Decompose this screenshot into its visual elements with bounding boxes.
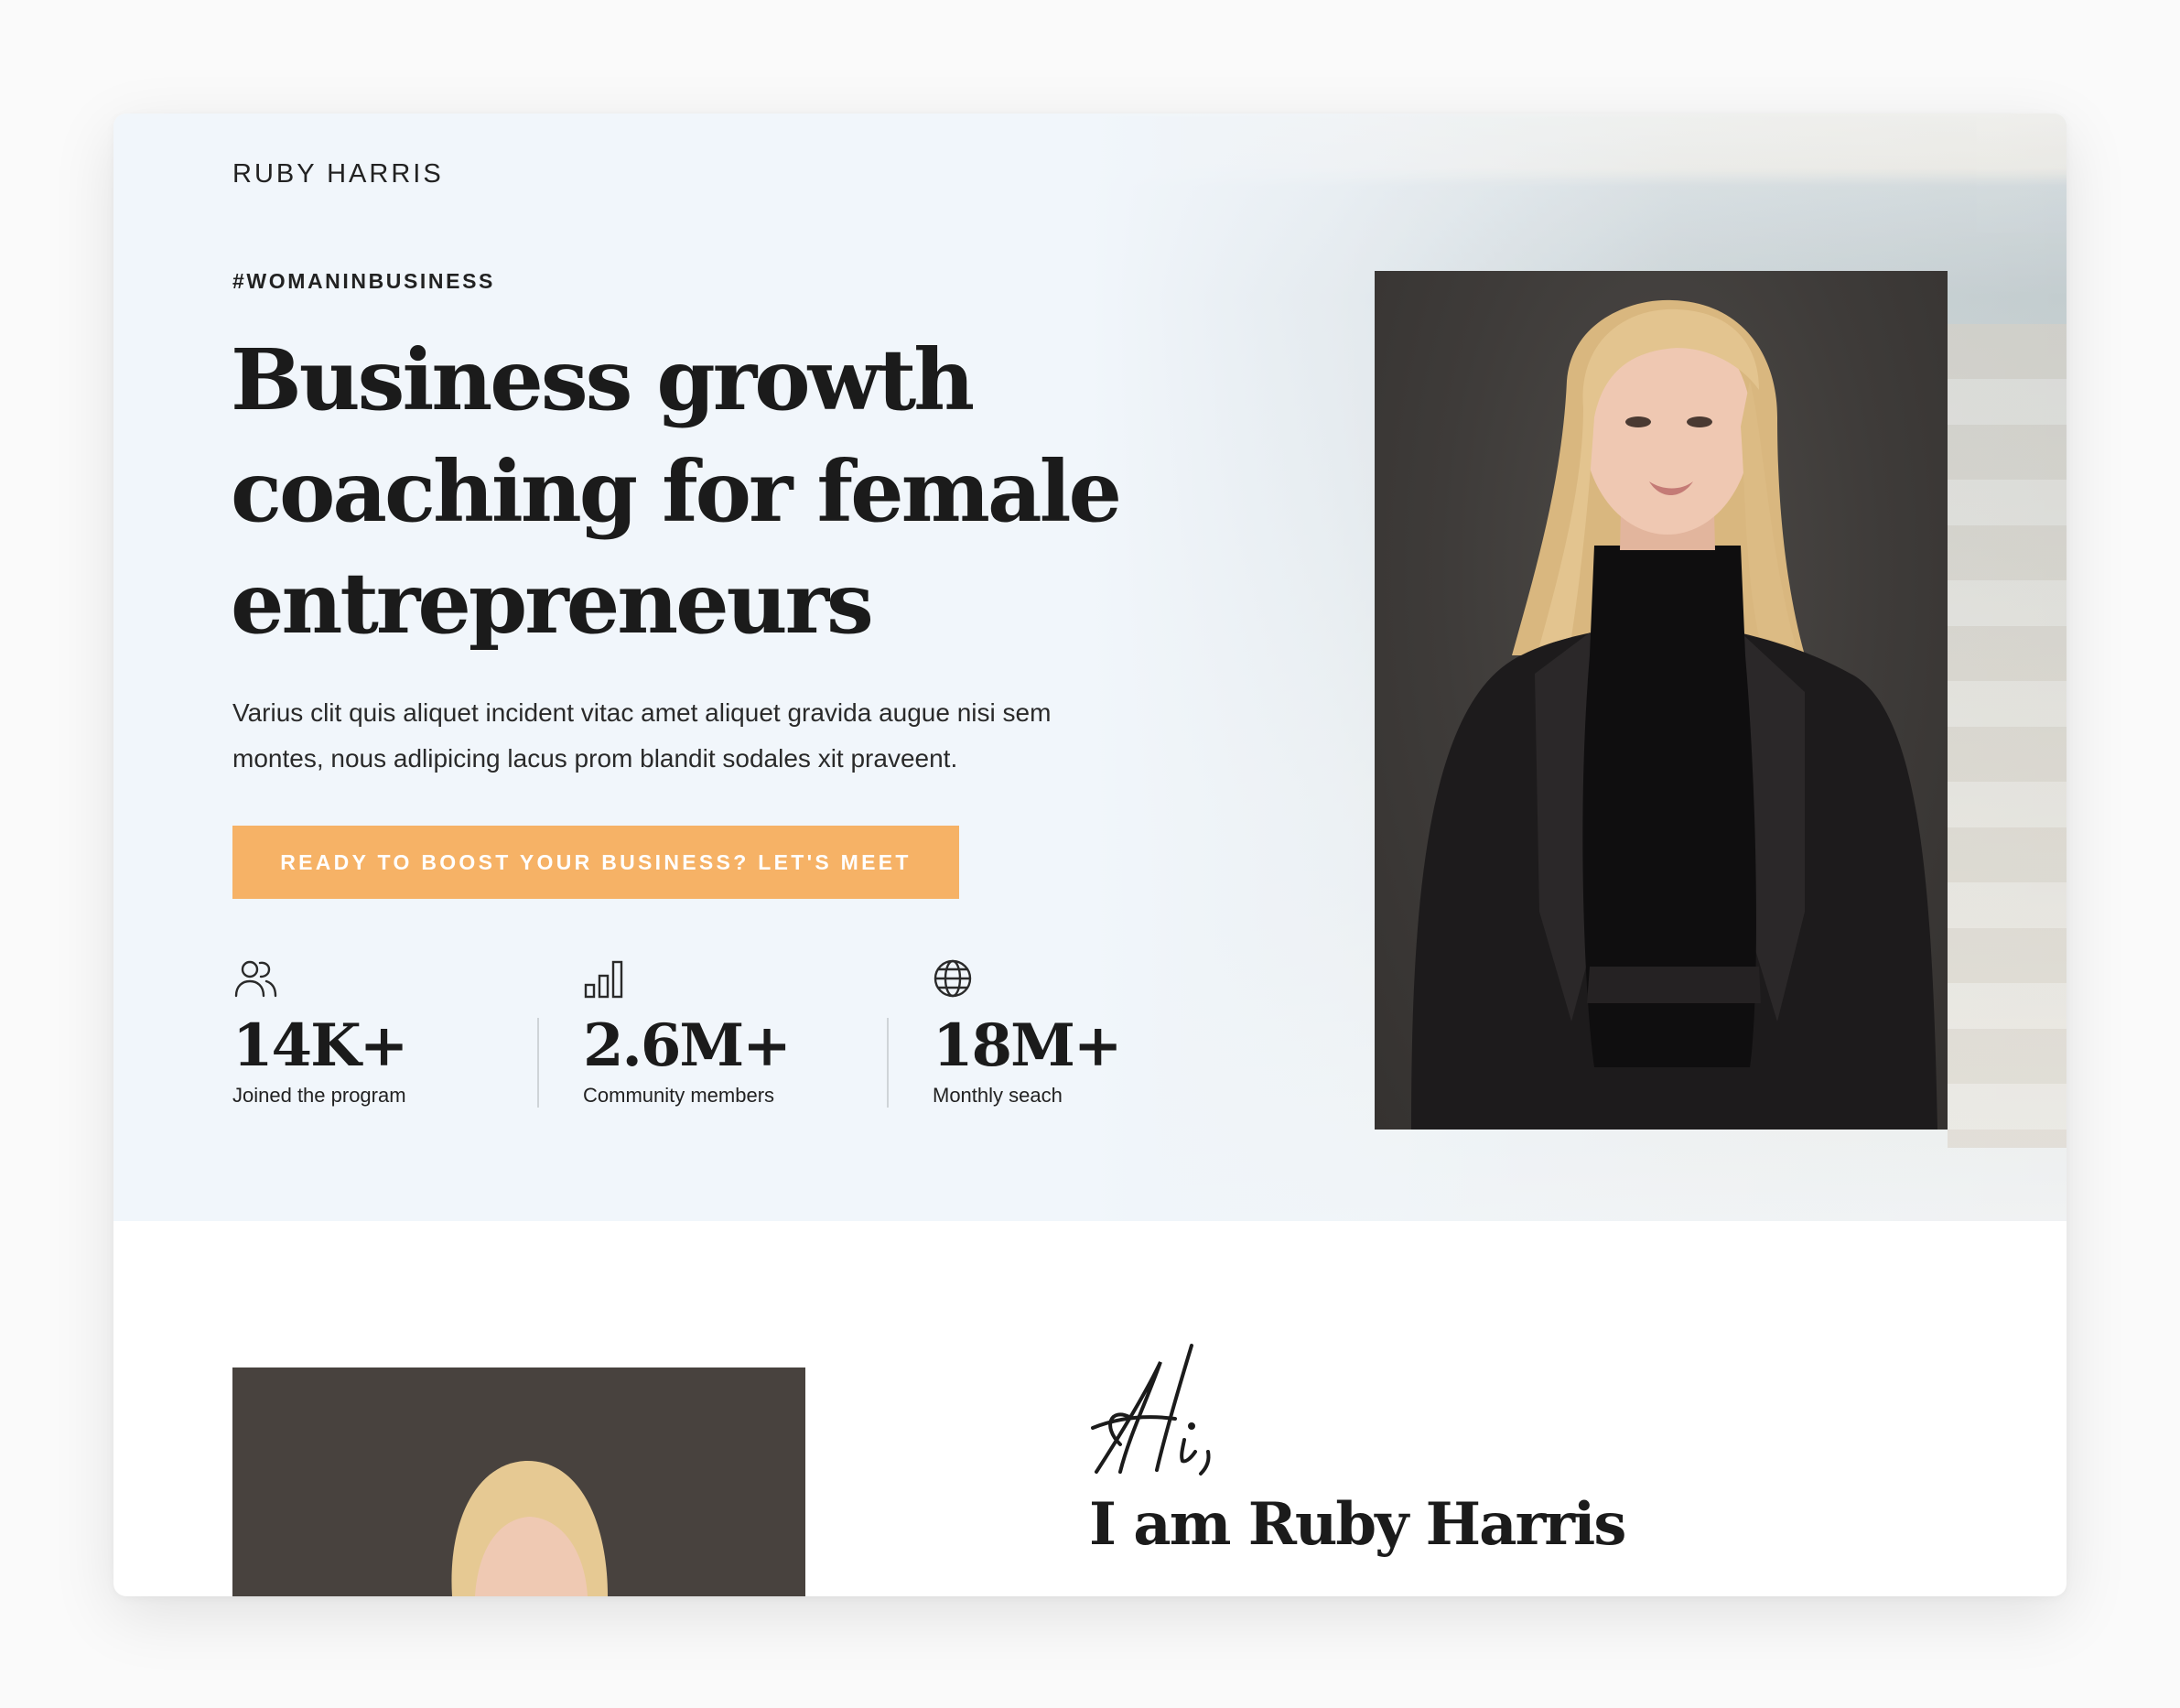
bar-chart-icon [583,957,629,1000]
cta-button[interactable]: READY TO BOOST YOUR BUSINESS? LET'S MEET [232,826,959,899]
hashtag-label: #WOMANINBUSINESS [232,269,495,293]
hero-portrait-image [1375,271,1948,1130]
stat-value: 2.6M+ [583,1011,792,1080]
stat-label: Joined the program [232,1084,406,1107]
users-icon [232,957,278,1000]
deck-background-detail [1948,324,2067,1148]
about-title: I am Ruby Harris [1089,1490,1626,1559]
stat-divider [887,1018,889,1108]
about-portrait-image [232,1367,805,1596]
stat-value: 14K+ [232,1011,408,1080]
signature-hi [1084,1344,1230,1481]
stat-value: 18M+ [933,1011,1123,1080]
globe-icon [933,957,978,1000]
hero-description: Varius clit quis aliquet incident vitac … [232,698,1052,773]
stat-label: Community members [583,1084,775,1107]
stat-monthly: 18M+ Monthly seach [933,957,1235,1108]
stat-community: 2.6M+ Community members [583,957,885,1108]
brand-logo[interactable]: RUBY HARRIS [232,159,444,189]
landing-page: RUBY HARRIS #WOMANINBUSINESS Business gr… [113,114,2067,1596]
stat-divider [537,1018,539,1108]
hero-headline: Business growth coaching for female entr… [231,330,1122,653]
stat-joined: 14K+ Joined the program [232,957,534,1108]
stat-label: Monthly seach [933,1084,1063,1107]
hero-section: RUBY HARRIS #WOMANINBUSINESS Business gr… [113,114,2067,1221]
